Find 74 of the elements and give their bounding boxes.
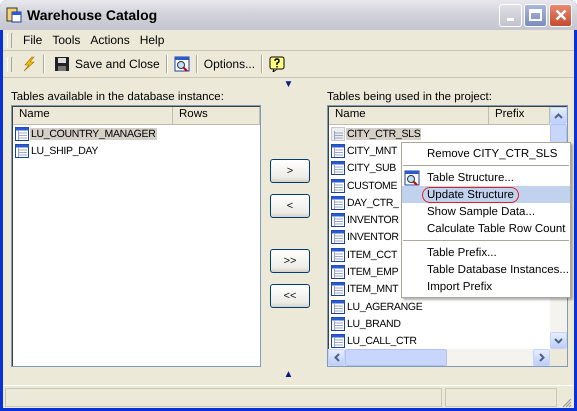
table-name[interactable]: ITEM_CCT [346, 248, 398, 261]
window-title: Warehouse Catalog [27, 7, 158, 23]
panel-label: Tables available in the database instance: [11, 91, 225, 103]
table-icon [330, 160, 346, 176]
menu-item[interactable]: Remove CITY_CTR_SLS [402, 145, 570, 162]
menu-item[interactable]: Calculate Table Row Count [402, 220, 570, 237]
table-name[interactable]: LU_SHIP_DAY [30, 144, 100, 157]
chevron-right-icon[interactable] [538, 353, 544, 362]
magnifier-table-icon[interactable] [174, 56, 190, 72]
close-icon [554, 9, 566, 21]
table-icon [330, 126, 346, 142]
table-name[interactable]: LU_AGERANGE [346, 300, 424, 313]
table-name[interactable]: LU_BRAND [346, 318, 402, 330]
table-name[interactable]: CITY_MNT [346, 144, 398, 157]
menu-item[interactable]: Table Prefix... [402, 244, 570, 261]
menu-item[interactable]: File [18, 33, 48, 47]
database-table-icon [6, 7, 22, 23]
move-button[interactable]: >> [270, 249, 310, 273]
maximize-button[interactable] [524, 4, 547, 26]
table-icon [330, 281, 346, 298]
horizontal-scrollbar[interactable] [328, 349, 567, 366]
scrollbar-corner [550, 349, 567, 366]
magnifier-table-icon [404, 170, 420, 186]
table-icon [330, 264, 346, 280]
table-icon [14, 126, 30, 142]
splitter-arrow[interactable]: ▲ [284, 369, 294, 381]
menu-item[interactable]: Import Prefix [402, 278, 570, 295]
chevron-left-icon[interactable] [334, 353, 340, 362]
table-name[interactable]: INVENTOR [346, 231, 400, 244]
table-name[interactable]: INVENTOR [346, 214, 400, 226]
menu-item[interactable]: Help [134, 33, 170, 47]
column-header[interactable]: Rows [173, 107, 260, 124]
menu-item[interactable]: Actions [85, 33, 135, 47]
table-name[interactable]: LU_COUNTRY_MANAGER [30, 128, 157, 140]
options-button[interactable]: Options... [200, 55, 258, 73]
column-header[interactable]: Name [13, 107, 173, 124]
help-icon[interactable] [269, 56, 286, 72]
move-button[interactable]: < [270, 194, 310, 218]
table-name[interactable]: CUSTOME [346, 180, 398, 192]
table-name[interactable]: ITEM_EMP [346, 266, 400, 278]
table-icon [330, 194, 346, 211]
menu-item[interactable]: Table Database Instances... [402, 261, 570, 278]
close-button[interactable] [549, 4, 572, 26]
resize-grip-icon[interactable] [560, 396, 572, 408]
table-icon [330, 333, 346, 349]
table-name[interactable]: LU_CALL_CTR [346, 335, 418, 348]
save-and-close-button[interactable]: Save and Close [48, 54, 163, 74]
table-icon [330, 316, 346, 332]
table-icon [330, 246, 346, 263]
move-button[interactable]: << [270, 284, 310, 308]
table-name[interactable]: ITEM_MNT [346, 283, 400, 296]
menu-item[interactable]: Table Structure... [402, 169, 570, 186]
table-icon [330, 178, 346, 194]
table-icon [14, 142, 30, 159]
table-icon [330, 212, 346, 228]
table-name[interactable]: DAY_CTR_ [346, 196, 400, 209]
lightning-icon[interactable] [21, 56, 37, 72]
table-icon [330, 142, 346, 159]
menu-item[interactable]: Show Sample Data... [402, 203, 570, 220]
menu-item[interactable]: Tools [47, 33, 86, 47]
move-button[interactable]: > [270, 159, 310, 183]
scrollbar-thumb[interactable] [345, 349, 447, 366]
table-name[interactable]: CITY_CTR_SLS [346, 128, 422, 140]
table-icon [330, 229, 346, 246]
splitter-arrow[interactable]: ▼ [284, 79, 294, 91]
panel-label: Tables being used in the project: [327, 91, 493, 103]
minimize-icon [507, 18, 514, 20]
chevron-down-icon[interactable] [554, 338, 563, 344]
column-header[interactable]: Name [329, 107, 489, 124]
menu-item[interactable]: Update Structure [402, 186, 570, 203]
table-icon [330, 298, 346, 315]
table-name[interactable]: CITY_SUB [346, 162, 397, 174]
chevron-up-icon[interactable] [554, 112, 563, 118]
maximize-icon [529, 9, 542, 21]
